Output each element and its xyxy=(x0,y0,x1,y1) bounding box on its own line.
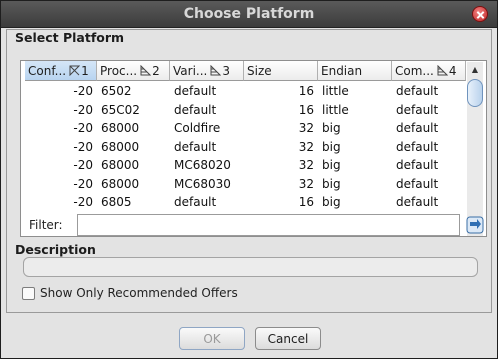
cell-config: -20 xyxy=(73,139,93,154)
select-platform-heading: Select Platform xyxy=(15,30,125,45)
column-label: Proc... xyxy=(100,63,138,78)
cell-endian: big xyxy=(322,176,341,191)
sort-ascending-icon xyxy=(437,65,448,76)
cell-processor: 68000 xyxy=(101,176,140,191)
table-row[interactable]: -20 6502 default 16 little default xyxy=(25,82,466,101)
cell-config: -20 xyxy=(73,195,93,210)
column-header-variant[interactable]: Vari... 3 xyxy=(170,61,244,81)
cell-size: 32 xyxy=(298,176,314,191)
filter-label: Filter: xyxy=(29,218,63,232)
sort-order: 1 xyxy=(81,63,89,78)
recommended-label: Show Only Recommended Offers xyxy=(40,286,238,300)
table-header: Conf... 1 Proc... 2 Vari... 3 Size Endia… xyxy=(25,61,466,81)
cell-size: 16 xyxy=(298,84,314,99)
cell-compiler: default xyxy=(396,102,439,117)
dialog-window: Choose Platform Select Platform Conf... … xyxy=(0,0,498,359)
cell-processor: 68000 xyxy=(101,121,140,136)
table-vertical-scrollbar[interactable]: ▲ ▼ xyxy=(467,62,483,236)
recommended-checkbox[interactable] xyxy=(22,287,35,300)
sort-descending-icon xyxy=(69,65,81,76)
table-row[interactable]: -20 65C02 default 16 little default xyxy=(25,101,466,120)
cell-config: -20 xyxy=(73,102,93,117)
table-row[interactable]: -20 68000 MC68030 32 big default xyxy=(25,175,466,194)
cell-compiler: default xyxy=(396,121,439,136)
column-label: Com... xyxy=(395,63,434,78)
column-label: Endian xyxy=(321,63,363,78)
sort-ascending-icon xyxy=(140,65,152,76)
cell-endian: little xyxy=(322,102,349,117)
cell-variant: Coldfire xyxy=(174,121,221,136)
cell-compiler: default xyxy=(396,84,439,99)
column-label: Conf... xyxy=(28,63,67,78)
cell-endian: big xyxy=(322,195,341,210)
column-header-config[interactable]: Conf... 1 xyxy=(25,61,97,81)
column-header-size[interactable]: Size xyxy=(244,61,318,81)
platform-table: Conf... 1 Proc... 2 Vari... 3 Size Endia… xyxy=(20,60,487,237)
cell-config: -20 xyxy=(73,158,93,173)
cell-processor: 68000 xyxy=(101,139,140,154)
cell-config: -20 xyxy=(73,121,93,136)
close-icon[interactable] xyxy=(472,6,488,22)
ok-button[interactable]: OK xyxy=(179,327,245,350)
cell-config: -20 xyxy=(73,84,93,99)
cell-endian: little xyxy=(322,84,349,99)
scroll-up-icon[interactable]: ▲ xyxy=(469,64,481,76)
cell-compiler: default xyxy=(396,158,439,173)
column-label: Vari... xyxy=(173,63,208,78)
title-bar[interactable]: Choose Platform xyxy=(1,1,497,28)
sort-order: 4 xyxy=(448,63,457,78)
cell-size: 32 xyxy=(298,158,314,173)
table-row[interactable]: -20 68000 MC68020 32 big default xyxy=(25,156,466,175)
description-heading: Description xyxy=(15,242,96,257)
scrollbar-thumb[interactable] xyxy=(467,79,483,107)
cell-compiler: default xyxy=(396,195,439,210)
table-body: -20 6502 default 16 little default -20 6… xyxy=(25,82,466,212)
cell-endian: big xyxy=(322,121,341,136)
table-row[interactable]: -20 6805 default 16 big default xyxy=(25,193,466,212)
cell-variant: default xyxy=(174,84,217,99)
cell-variant: MC68030 xyxy=(174,176,231,191)
column-header-compiler[interactable]: Com... 4 xyxy=(392,61,466,81)
column-header-endian[interactable]: Endian xyxy=(318,61,392,81)
sort-order: 3 xyxy=(222,63,230,78)
cell-compiler: default xyxy=(396,139,439,154)
cell-processor: 6502 xyxy=(101,84,132,99)
cell-processor: 68000 xyxy=(101,158,140,173)
table-row[interactable]: -20 68000 Coldfire 32 big default xyxy=(25,119,466,138)
cell-config: -20 xyxy=(73,176,93,191)
cell-compiler: default xyxy=(396,176,439,191)
column-header-processor[interactable]: Proc... 2 xyxy=(97,61,170,81)
description-field xyxy=(23,257,478,277)
cell-processor: 6805 xyxy=(101,195,132,210)
main-panel: Select Platform Conf... 1 Proc... 2 Vari… xyxy=(6,29,492,313)
cell-variant: default xyxy=(174,102,217,117)
window-title: Choose Platform xyxy=(183,6,315,22)
cell-variant: default xyxy=(174,139,217,154)
cell-endian: big xyxy=(322,139,341,154)
column-label: Size xyxy=(247,63,272,78)
table-row[interactable]: -20 68000 default 32 big default xyxy=(25,138,466,157)
cell-size: 32 xyxy=(298,139,314,154)
filter-input[interactable] xyxy=(77,214,460,236)
cell-processor: 65C02 xyxy=(101,102,140,117)
cell-variant: MC68020 xyxy=(174,158,231,173)
sort-ascending-icon xyxy=(210,65,222,76)
cancel-button[interactable]: Cancel xyxy=(255,327,321,350)
cell-size: 16 xyxy=(298,195,314,210)
cell-endian: big xyxy=(322,158,341,173)
cell-variant: default xyxy=(174,195,217,210)
sort-order: 2 xyxy=(152,63,160,78)
clear-filter-icon[interactable] xyxy=(466,216,484,234)
cell-size: 16 xyxy=(298,102,314,117)
cell-size: 32 xyxy=(298,121,314,136)
